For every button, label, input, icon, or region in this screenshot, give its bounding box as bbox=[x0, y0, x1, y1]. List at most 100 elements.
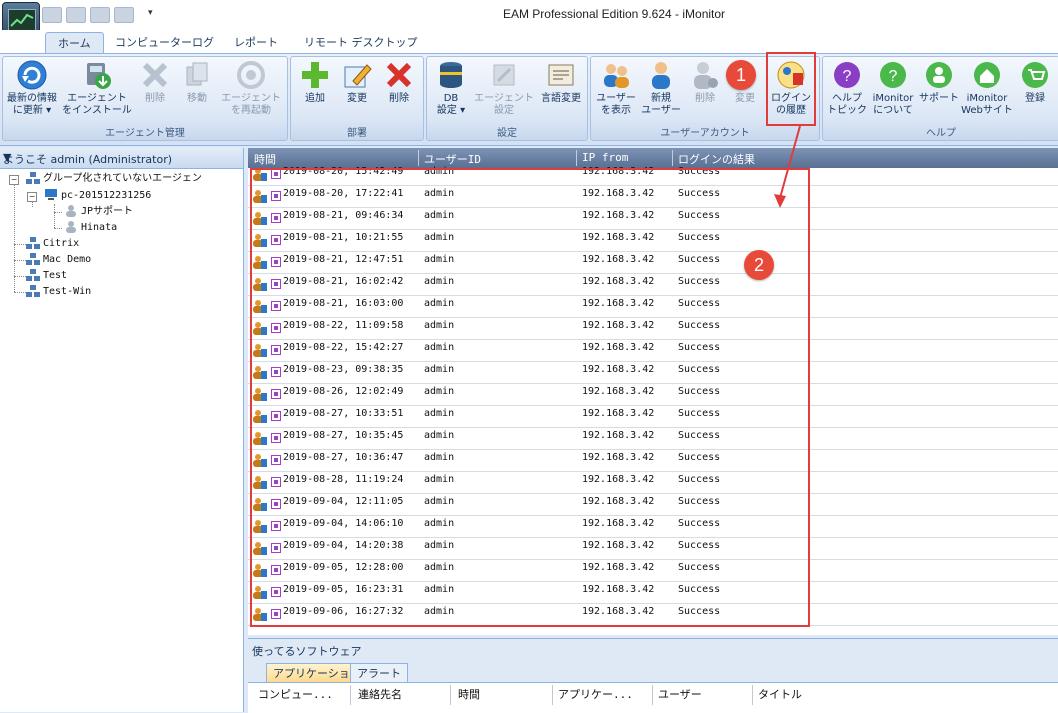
new-user-button[interactable]: 新規 ユーザー bbox=[639, 59, 683, 117]
refresh-button[interactable]: 最新の情報 に更新 ▾ bbox=[3, 59, 61, 117]
new-user-label-1: 新規 bbox=[651, 93, 671, 104]
refresh-label-2: に更新 ▾ bbox=[12, 105, 52, 116]
window-title: EAM Professional Edition 9.624 - iMonito… bbox=[502, 7, 726, 21]
show-users-button[interactable]: ユーザー を表示 bbox=[593, 59, 639, 117]
tree-panel-header[interactable]: ようこそ admin (Administrator) ▼ bbox=[0, 148, 243, 169]
restart-agent-button[interactable]: エージェント を再起動 bbox=[217, 59, 285, 117]
collapse-icon[interactable]: − bbox=[27, 192, 37, 202]
annotation-badge-1: 1 bbox=[726, 60, 756, 90]
tree-line bbox=[54, 212, 62, 213]
dept-delete-button[interactable]: 削除 bbox=[379, 59, 419, 105]
refresh-icon bbox=[16, 59, 48, 91]
group-icon bbox=[26, 237, 40, 249]
restart-agent-label-1: エージェント bbox=[221, 93, 281, 104]
column-header-title[interactable]: タイトル bbox=[758, 686, 802, 702]
group-label-help: ヘルプ bbox=[926, 128, 956, 139]
group-icon bbox=[26, 172, 40, 184]
column-header-contact[interactable]: 連絡先名 bbox=[358, 686, 402, 702]
db-settings-button[interactable]: DB 設定 ▾ bbox=[429, 59, 473, 117]
install-agent-label-2: をインストール bbox=[62, 105, 132, 116]
support-button[interactable]: サポート bbox=[917, 59, 961, 105]
tab-remote-desktop[interactable]: リモート デスクトップ bbox=[292, 32, 430, 54]
edit-user-label: 変更 bbox=[735, 93, 755, 104]
tree-item-label: JPサポート bbox=[81, 206, 134, 217]
new-user-label-2: ユーザー bbox=[641, 105, 681, 116]
show-users-label-1: ユーザー bbox=[596, 93, 636, 104]
website-label-1: iMonitor bbox=[966, 93, 1008, 104]
language-button[interactable]: 言語変更 bbox=[537, 59, 585, 105]
highlight-login-history-list bbox=[250, 168, 810, 627]
group-agent-management: 最新の情報 に更新 ▾ エージェント をインストール 削除 移動 エージェント … bbox=[2, 56, 288, 141]
tree-item-test[interactable]: Test bbox=[26, 268, 67, 284]
tree-item-test-win[interactable]: Test-Win bbox=[26, 284, 91, 300]
agent-tree-panel bbox=[0, 148, 244, 712]
column-header-application[interactable]: アプリケー... bbox=[558, 686, 633, 702]
tree-item-label: Citrix bbox=[43, 238, 80, 249]
restart-icon bbox=[235, 59, 267, 91]
dept-edit-label: 変更 bbox=[347, 93, 367, 104]
dept-add-label: 追加 bbox=[305, 93, 325, 104]
database-icon bbox=[435, 59, 467, 91]
about-label-2: について bbox=[873, 105, 913, 116]
dept-edit-button[interactable]: 変更 bbox=[337, 59, 377, 105]
tree-line bbox=[14, 292, 26, 293]
agent-move-label: 移動 bbox=[187, 93, 207, 104]
column-separator[interactable] bbox=[752, 685, 753, 705]
column-header-computer[interactable]: コンピュー... bbox=[258, 686, 333, 702]
column-header-user[interactable]: ユーザー bbox=[658, 686, 702, 702]
user-icon bbox=[64, 205, 78, 217]
tree-item-citrix[interactable]: Citrix bbox=[26, 236, 79, 252]
website-button[interactable]: iMonitor Webサイト bbox=[961, 59, 1013, 117]
tree-line bbox=[54, 204, 55, 228]
group-label-settings: 設定 bbox=[497, 128, 517, 139]
tree-item-ungrouped[interactable]: グループ化されていないエージェン bbox=[26, 171, 202, 187]
language-icon bbox=[545, 59, 577, 91]
chevron-down-icon[interactable]: ▼ bbox=[3, 151, 238, 164]
group-settings: DB 設定 ▾ エージェント 設定 言語変更 設定 bbox=[426, 56, 588, 141]
help-topic-label-2: トピック bbox=[827, 105, 867, 116]
column-header-time[interactable]: 時間 bbox=[458, 686, 480, 702]
tab-home[interactable]: ホーム bbox=[45, 32, 104, 55]
highlight-login-history-button bbox=[766, 52, 816, 126]
group-department: 追加 変更 削除 部署 bbox=[290, 56, 424, 141]
website-label-2: Webサイト bbox=[961, 105, 1013, 116]
dept-add-button[interactable]: 追加 bbox=[295, 59, 335, 105]
annotation-badge-2: 2 bbox=[744, 250, 774, 280]
column-separator[interactable] bbox=[652, 685, 653, 705]
tree-item-computer[interactable]: pc-201512231256 bbox=[44, 188, 151, 204]
tree-item-label: Hinata bbox=[81, 222, 118, 233]
agent-settings-button[interactable]: エージェント 設定 bbox=[473, 59, 535, 117]
edit-icon bbox=[341, 59, 373, 91]
help-topic-button[interactable]: ? ヘルプ トピック bbox=[825, 59, 869, 117]
column-separator[interactable] bbox=[552, 685, 553, 705]
delete-user-button[interactable]: 削除 bbox=[685, 59, 725, 105]
tab-alerts[interactable]: アラート bbox=[350, 663, 408, 683]
column-separator[interactable] bbox=[350, 685, 351, 705]
about-button[interactable]: ? iMonitor について bbox=[869, 59, 917, 117]
agent-move-button[interactable]: 移動 bbox=[177, 59, 217, 105]
tree-item-user-jpsupport[interactable]: JPサポート bbox=[64, 204, 133, 220]
tree-item-mac-demo[interactable]: Mac Demo bbox=[26, 252, 91, 268]
tree-item-user-hinata[interactable]: Hinata bbox=[64, 220, 117, 236]
group-help: ? ヘルプ トピック ? iMonitor について サポート iMonitor… bbox=[822, 56, 1058, 141]
column-separator[interactable] bbox=[450, 685, 451, 705]
collapse-icon[interactable]: − bbox=[9, 175, 19, 185]
tree-item-label: Test-Win bbox=[43, 286, 92, 297]
group-label-department: 部署 bbox=[347, 128, 367, 139]
help-icon: ? bbox=[831, 59, 863, 91]
install-agent-button[interactable]: エージェント をインストール bbox=[61, 59, 133, 117]
agent-settings-label-1: エージェント bbox=[474, 93, 534, 104]
group-icon bbox=[26, 285, 40, 297]
agent-delete-button[interactable]: 削除 bbox=[135, 59, 175, 105]
tree-item-label: Mac Demo bbox=[43, 254, 92, 265]
computer-icon bbox=[44, 189, 58, 201]
install-agent-label-1: エージェント bbox=[67, 93, 127, 104]
group-icon bbox=[26, 253, 40, 265]
tree-item-label: pc-201512231256 bbox=[61, 190, 152, 201]
delete-icon bbox=[383, 59, 415, 91]
tab-report[interactable]: レポート bbox=[222, 32, 290, 54]
register-button[interactable]: 登録 bbox=[1017, 59, 1053, 105]
tab-computer-log[interactable]: コンピューターログ bbox=[103, 32, 226, 54]
db-settings-label-1: DB bbox=[443, 93, 459, 104]
about-icon: ? bbox=[877, 59, 909, 91]
